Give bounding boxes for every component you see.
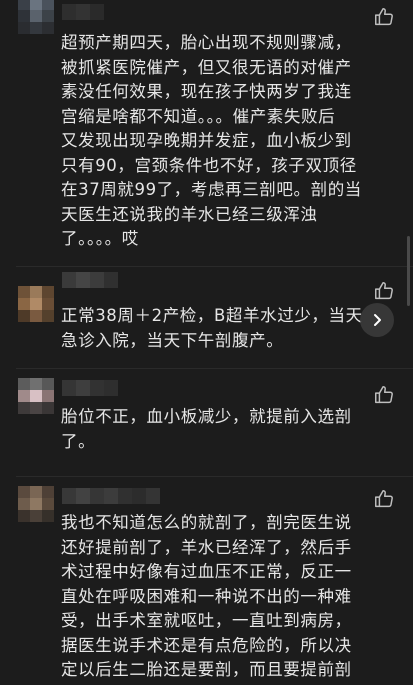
comment-item: 正常38周＋2产检，B超羊水过少，当天 急诊入院，当天下午剖腹产。 (0, 270, 413, 370)
avatar[interactable] (18, 486, 54, 522)
thumbs-up-icon[interactable] (373, 280, 395, 302)
comment-text: 胎位不正，血小板减少，就提前入选剖 了。 (61, 407, 352, 451)
comment-text: 超预产期四天，胎心出现不规则骤减， 被抓紧医院催产，但又很无语的对催产 素没任何… (61, 33, 362, 248)
divider (16, 368, 413, 369)
thumbs-up-icon[interactable] (373, 384, 395, 406)
chevron-right-icon (374, 314, 381, 326)
divider (16, 476, 413, 477)
comment-item: 我也不知道怎么的就剖了，剖完医生说 还好提前剖了，羊水已经浑了，然后手 术过程中… (0, 480, 413, 685)
divider (16, 266, 413, 267)
avatar[interactable] (18, 286, 54, 322)
thumbs-up-icon[interactable] (373, 488, 395, 510)
next-button[interactable] (360, 303, 394, 337)
comment-item: 胎位不正，血小板减少，就提前入选剖 了。 (0, 372, 413, 472)
comment-text: 我也不知道怎么的就剖了，剖完医生说 还好提前剖了，羊水已经浑了，然后手 术过程中… (61, 513, 352, 679)
thumbs-up-icon[interactable] (373, 6, 395, 28)
comment-list[interactable]: 超预产期四天，胎心出现不规则骤减， 被抓紧医院催产，但又很无语的对催产 素没任何… (0, 0, 413, 685)
comment-text: 正常38周＋2产检，B超羊水过少，当天 急诊入院，当天下午剖腹产。 (61, 306, 363, 350)
avatar[interactable] (18, 378, 54, 414)
avatar[interactable] (18, 0, 54, 34)
username[interactable] (62, 488, 160, 504)
comment-item: 超预产期四天，胎心出现不规则骤减， 被抓紧医院催产，但又很无语的对催产 素没任何… (0, 0, 413, 262)
username[interactable] (62, 4, 104, 20)
username[interactable] (62, 380, 118, 396)
scrollbar[interactable] (407, 236, 410, 306)
username[interactable] (62, 272, 118, 288)
